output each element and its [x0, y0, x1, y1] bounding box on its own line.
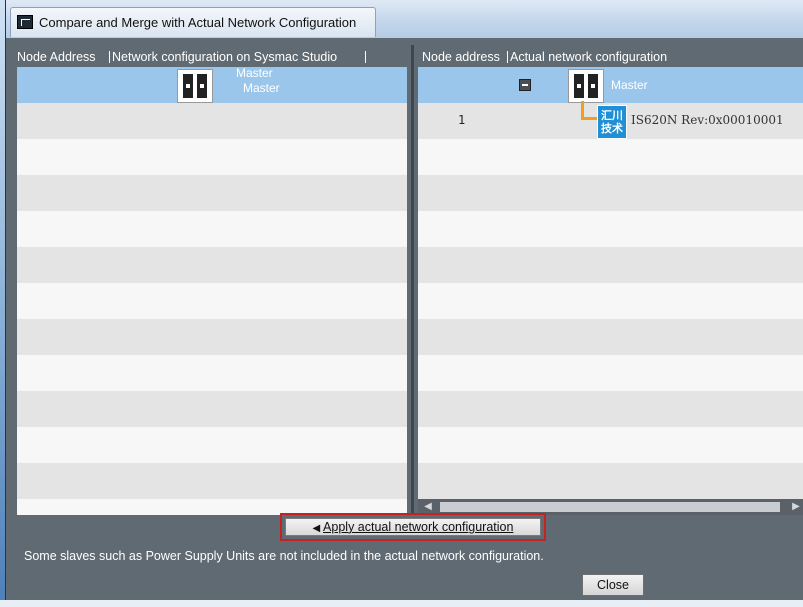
table-row[interactable]	[17, 139, 407, 175]
left-header-bar: Node Address Network configuration on Sy…	[17, 45, 407, 67]
table-row[interactable]	[17, 247, 407, 283]
desktop-bottom-edge	[0, 600, 803, 607]
right-header-config[interactable]: Actual network configuration	[510, 50, 667, 64]
left-header-config[interactable]: Network configuration on Sysmac Studio	[112, 50, 337, 64]
table-row[interactable]	[418, 319, 803, 355]
table-row[interactable]	[17, 103, 407, 139]
slave-node-address: 1	[458, 113, 466, 127]
left-header: Node Address Network configuration on Sy…	[17, 50, 407, 66]
right-header-bar: Node address Actual network configuratio…	[418, 45, 803, 67]
table-row[interactable]	[17, 175, 407, 211]
logo-line-1: 汇川	[601, 109, 623, 122]
table-row[interactable]	[17, 427, 407, 463]
left-master-label-bottom: Master	[243, 81, 280, 95]
apply-actual-config-button[interactable]: ◀ Apply actual network configuration	[285, 518, 541, 536]
left-rows: Master Master	[17, 66, 407, 513]
table-row[interactable]	[418, 463, 803, 499]
table-row[interactable]	[17, 355, 407, 391]
master-controller-icon	[568, 69, 604, 103]
table-row[interactable]	[17, 283, 407, 319]
table-row[interactable]	[418, 355, 803, 391]
scroll-left-icon[interactable]: ◀	[422, 502, 434, 512]
table-row[interactable]	[17, 319, 407, 355]
title-bar: Compare and Merge with Actual Network Co…	[6, 0, 803, 38]
right-master-row[interactable]: Master	[418, 67, 803, 103]
apply-button-highlight: ◀ Apply actual network configuration	[280, 513, 546, 541]
table-row[interactable]	[17, 499, 407, 513]
table-row[interactable]	[418, 247, 803, 283]
dialog-window: Compare and Merge with Actual Network Co…	[5, 0, 803, 607]
right-rows: Master 1 汇川 技术 IS620N Rev:0x00010001	[418, 67, 803, 499]
logo-line-2: 技术	[601, 122, 623, 135]
table-row[interactable]	[17, 391, 407, 427]
right-header-node-address[interactable]: Node address	[422, 50, 500, 64]
slave-row[interactable]: 1 汇川 技术 IS620N Rev:0x00010001	[418, 101, 803, 139]
left-master-label-top: Master	[236, 66, 273, 80]
window-title: Compare and Merge with Actual Network Co…	[39, 15, 357, 30]
scroll-right-icon[interactable]: ▶	[790, 502, 802, 512]
column-separator[interactable]	[507, 51, 508, 63]
table-row[interactable]	[418, 427, 803, 463]
title-tab: Compare and Merge with Actual Network Co…	[10, 7, 376, 37]
right-header: Node address Actual network configuratio…	[418, 50, 803, 66]
column-separator[interactable]	[365, 51, 366, 63]
left-master-row[interactable]: Master Master	[17, 66, 407, 103]
collapse-icon[interactable]	[519, 79, 531, 91]
apply-button-label: Apply actual network configuration	[323, 520, 514, 534]
arrow-left-icon: ◀	[312, 523, 321, 534]
column-separator[interactable]	[109, 51, 110, 63]
actual-config-panel: Node address Actual network configuratio…	[418, 45, 803, 515]
master-controller-icon	[177, 69, 213, 103]
left-header-node-address[interactable]: Node Address	[17, 50, 96, 64]
slave-name: IS620N Rev:0x00010001	[631, 113, 784, 127]
table-row[interactable]	[418, 139, 803, 175]
app-icon	[17, 15, 33, 29]
table-row[interactable]	[418, 211, 803, 247]
table-row[interactable]	[418, 391, 803, 427]
info-message: Some slaves such as Power Supply Units a…	[24, 549, 544, 563]
table-row[interactable]	[17, 463, 407, 499]
table-row[interactable]	[17, 211, 407, 247]
inovance-logo-icon: 汇川 技术	[597, 105, 627, 139]
table-row[interactable]	[418, 175, 803, 211]
close-button[interactable]: Close	[582, 574, 644, 596]
panel-splitter[interactable]	[407, 45, 418, 515]
table-row[interactable]	[418, 283, 803, 319]
scrollbar-thumb[interactable]	[440, 502, 780, 512]
sysmac-config-panel: Node Address Network configuration on Sy…	[17, 45, 407, 515]
right-master-label: Master	[611, 78, 648, 92]
